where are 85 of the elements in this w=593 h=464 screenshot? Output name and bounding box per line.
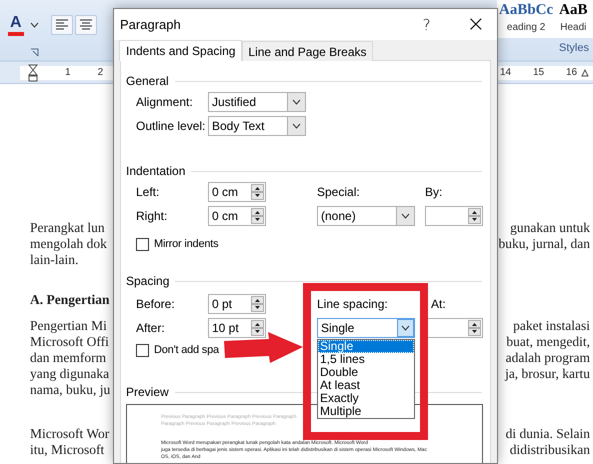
dropdown-option[interactable]: Double <box>318 366 414 379</box>
body-text: lain-lain. <box>30 252 78 268</box>
field-label: Special: <box>317 184 361 201</box>
field-label: By: <box>425 184 444 201</box>
tab[interactable]: Line and Page Breaks <box>242 41 373 61</box>
body-text: Microsoft Offi <box>30 334 109 350</box>
body-text: buat, mengedit, <box>506 334 590 350</box>
section-heading: Spacing <box>126 274 170 288</box>
ruler-number: 1 <box>65 66 71 78</box>
spinner-field[interactable]: 10 pt <box>208 318 266 338</box>
spinner-field[interactable] <box>425 206 483 226</box>
dropdown-option[interactable]: 1,5 lines <box>318 353 414 366</box>
field-label: Left: <box>136 184 160 201</box>
align-center-icon[interactable] <box>74 15 97 35</box>
ruler-number: 15 <box>533 66 546 78</box>
body-text: Microsoft Wor <box>30 426 110 442</box>
spin-arrows-icon[interactable] <box>251 184 264 200</box>
right-indent-marker-icon[interactable] <box>581 68 589 76</box>
spinner-field[interactable] <box>425 318 483 338</box>
body-text: mengolah dok <box>30 236 107 252</box>
field-label: After: <box>136 320 166 337</box>
spin-arrows-icon[interactable] <box>251 296 264 312</box>
section-heading: Indentation <box>126 164 186 178</box>
body-text: yang digunaka <box>30 366 110 382</box>
dropdown-option[interactable]: At least <box>318 379 414 392</box>
group-label: Styles <box>559 42 589 54</box>
dropdown[interactable]: Single <box>317 318 415 338</box>
dropdown[interactable]: Justified <box>208 92 306 112</box>
body-text: gunakan untuk <box>510 220 590 236</box>
spinner-field[interactable]: 0 cm <box>208 182 266 202</box>
indent-marker-icon[interactable] <box>28 64 38 82</box>
style-sample[interactable]: AaBbCc <box>499 0 554 20</box>
style-name: Headi <box>560 22 586 33</box>
field-label: Before: <box>136 296 176 313</box>
caret-icon <box>30 22 39 28</box>
dialog-launcher-icon[interactable] <box>30 48 39 57</box>
body-text: adalah program <box>506 350 590 366</box>
body-text: paket instalasi <box>513 318 590 334</box>
ruler-number: 16 <box>566 66 578 78</box>
spinner-field[interactable]: 0 pt <box>208 294 266 314</box>
spin-arrows-icon[interactable] <box>468 208 481 224</box>
caret-icon <box>401 325 410 331</box>
spinner-field[interactable]: 0 cm <box>208 206 266 226</box>
font-color-button[interactable]: A <box>8 14 24 36</box>
caret-icon <box>401 213 410 219</box>
align-left-icon[interactable] <box>50 15 73 35</box>
body-text: di dunia. Selain <box>506 426 590 442</box>
dropdown-option[interactable]: Exactly <box>318 392 414 405</box>
dropdown-option[interactable]: Single <box>318 340 414 353</box>
caret-icon <box>292 99 301 105</box>
body-text: dan memform <box>30 350 106 366</box>
section-heading: Preview <box>126 385 169 399</box>
spin-arrows-icon[interactable] <box>251 208 264 224</box>
dropdown[interactable]: (none) <box>317 206 415 226</box>
body-text: itu, Microsoft <box>30 442 104 458</box>
body-text: nama, buku, ju <box>30 382 110 398</box>
body-text: buku, jurnal, dan <box>498 236 590 252</box>
spin-arrows-icon[interactable] <box>251 320 264 336</box>
field-label: Alignment: <box>136 94 194 111</box>
caret-icon <box>292 123 301 129</box>
section-heading: A. Pengertian <box>30 292 110 308</box>
style-name: eading 2 <box>506 22 546 33</box>
checkbox-label[interactable]: Mirror indents <box>154 238 218 250</box>
section-heading: General <box>126 74 169 88</box>
spin-arrows-icon[interactable] <box>468 320 481 336</box>
tab[interactable]: Indents and Spacing <box>119 40 242 61</box>
body-text: didistribusikan <box>510 442 590 458</box>
dropdown-option[interactable]: Multiple <box>318 405 414 418</box>
ruler-number: 2 <box>98 66 104 78</box>
field-label: Line spacing: <box>317 296 389 313</box>
body-text: ja, brosur, kartu <box>505 366 590 382</box>
ruler-number: 14 <box>500 66 512 78</box>
style-sample[interactable]: AaB <box>559 0 588 20</box>
body-text: Pengertian Mi <box>30 318 107 334</box>
dropdown[interactable]: Body Text <box>208 116 306 136</box>
checkbox-label[interactable]: Don't add spa <box>154 344 219 356</box>
help-button[interactable]: ? <box>422 14 431 36</box>
checkbox[interactable] <box>136 238 149 250</box>
window-title: Paragraph <box>120 17 182 32</box>
close-button[interactable]: × <box>466 14 485 36</box>
field-label: Outline level: <box>136 118 206 135</box>
checkbox[interactable] <box>136 344 149 356</box>
field-label: At: <box>430 296 447 313</box>
field-label: Right: <box>136 208 168 225</box>
body-text: Perangkat lun <box>30 220 105 236</box>
